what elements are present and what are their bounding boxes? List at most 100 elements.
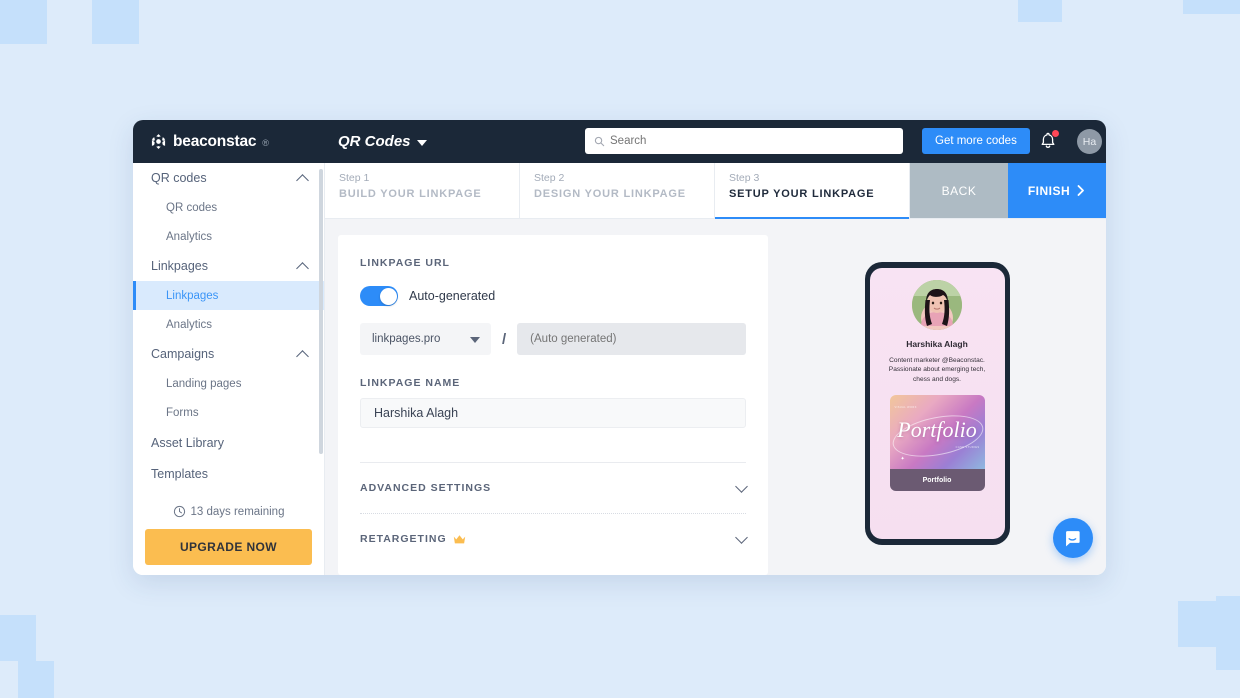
crown-icon <box>453 534 465 543</box>
chevron-up-icon <box>296 173 309 187</box>
linkpage-name-input[interactable] <box>360 398 746 428</box>
sidebar: QR codes QR codes Analytics Linkpages Li… <box>133 163 325 575</box>
background-square <box>1183 0 1240 14</box>
sidebar-item-label: Templates <box>151 466 208 481</box>
preview-profile-bio: Content marketer @Beaconstac. Passionate… <box>888 357 986 383</box>
sidebar-item-label: Analytics <box>166 318 213 331</box>
sidebar-item-label: Forms <box>166 406 199 419</box>
sidebar-item-asset-library[interactable]: Asset Library <box>133 427 324 458</box>
card-tag-top-left: VISUAL WORK <box>894 406 917 410</box>
wizard-step-2[interactable]: Step 2 DESIGN YOUR LINKPAGE <box>520 163 715 218</box>
clock-icon <box>173 505 185 518</box>
step-title: BUILD YOUR LINKPAGE <box>339 188 482 200</box>
chevron-down-icon <box>735 530 748 544</box>
auto-generated-label: Auto-generated <box>409 289 496 303</box>
auto-generated-toggle-row: Auto-generated <box>360 286 746 306</box>
sidebar-group-label: QR codes <box>151 171 207 185</box>
notification-badge-dot <box>1052 130 1059 137</box>
step-number: Step 3 <box>729 172 760 184</box>
preview-link-card-art: VISUAL WORK CASE STUDIES ✦ Portfolio <box>889 395 985 470</box>
phone-frame: Harshika Alagh Content marketer @Beacons… <box>864 262 1010 545</box>
chevron-down-icon <box>470 337 480 343</box>
main-pane: LINKPAGE URL Auto-generated linkpages.pr… <box>325 219 1106 575</box>
sidebar-group-linkpages[interactable]: Linkpages <box>133 251 324 281</box>
preview-profile-name: Harshika Alagh <box>906 339 968 349</box>
linkpage-setup-form: LINKPAGE URL Auto-generated linkpages.pr… <box>338 235 768 575</box>
back-button[interactable]: BACK <box>910 163 1008 218</box>
sidebar-item-qr-codes[interactable]: QR codes <box>133 193 324 222</box>
top-navigation-bar: beaconstac ® QR Codes Get more codes Ha <box>133 120 1106 163</box>
sidebar-item-label: Analytics <box>166 230 213 243</box>
linkpage-slug-input[interactable] <box>517 323 746 355</box>
module-switcher[interactable]: QR Codes <box>338 133 427 150</box>
sidebar-item-label: Asset Library <box>151 435 224 450</box>
wizard-step-1[interactable]: Step 1 BUILD YOUR LINKPAGE <box>325 163 520 218</box>
sidebar-group-campaigns[interactable]: Campaigns <box>133 339 324 369</box>
chat-launcher-button[interactable] <box>1053 518 1093 558</box>
linkpage-preview-pane: Harshika Alagh Content marketer @Beacons… <box>768 235 1106 575</box>
sidebar-item-linkpage-analytics[interactable]: Analytics <box>133 310 324 339</box>
wizard-steps: Step 1 BUILD YOUR LINKPAGE Step 2 DESIGN… <box>325 163 1106 219</box>
step-title: DESIGN YOUR LINKPAGE <box>534 188 686 200</box>
user-avatar[interactable]: Ha <box>1077 129 1102 154</box>
linkpage-name-label: LINKPAGE NAME <box>360 377 461 389</box>
preview-link-card-word: Portfolio <box>897 417 977 443</box>
linkpage-url-row: linkpages.pro / <box>360 323 746 355</box>
sidebar-item-linkpages[interactable]: Linkpages <box>133 281 324 310</box>
retargeting-label: RETARGETING <box>360 533 466 545</box>
retargeting-title: RETARGETING <box>360 533 447 545</box>
sidebar-item-forms[interactable]: Forms <box>133 398 324 427</box>
sidebar-scrollbar[interactable] <box>319 169 323 454</box>
domain-select[interactable]: linkpages.pro <box>360 323 491 355</box>
app-window: beaconstac ® QR Codes Get more codes Ha <box>133 120 1106 575</box>
finish-button-label: FINISH <box>1027 183 1071 198</box>
domain-select-value: linkpages.pro <box>372 333 441 345</box>
background-square <box>0 615 36 661</box>
background-square <box>1216 640 1240 670</box>
sidebar-item-label: Landing pages <box>166 377 242 390</box>
wizard-step-3[interactable]: Step 3 SETUP YOUR LINKPAGE <box>715 163 910 219</box>
intercom-chat-icon <box>1065 530 1080 546</box>
step-title: SETUP YOUR LINKPAGE <box>729 188 875 200</box>
search-box[interactable] <box>585 128 903 154</box>
brand-logo[interactable]: beaconstac ® <box>133 133 325 151</box>
content-area: Step 1 BUILD YOUR LINKPAGE Step 2 DESIGN… <box>325 163 1106 575</box>
background-square <box>1216 596 1240 642</box>
brand-trademark: ® <box>262 137 269 148</box>
profile-photo-illustration <box>912 280 962 330</box>
chevron-up-icon <box>296 349 309 363</box>
sidebar-item-qr-analytics[interactable]: Analytics <box>133 222 324 251</box>
beaconstac-logo-icon <box>151 134 166 149</box>
background-square <box>0 0 47 44</box>
upgrade-now-button[interactable]: UPGRADE NOW <box>145 529 312 565</box>
sidebar-item-templates[interactable]: Templates <box>133 458 324 489</box>
step-number: Step 1 <box>339 172 370 184</box>
auto-generated-toggle[interactable] <box>360 286 398 306</box>
retargeting-accordion[interactable]: RETARGETING <box>360 514 748 564</box>
preview-link-card-label: Portfolio <box>889 469 985 492</box>
brand-name: beaconstac <box>173 132 257 150</box>
search-icon <box>594 136 605 146</box>
chevron-right-icon <box>1077 185 1085 196</box>
notification-bell-button[interactable] <box>1038 130 1059 151</box>
finish-button[interactable]: FINISH <box>1008 163 1106 218</box>
sidebar-item-label: QR codes <box>166 201 218 214</box>
sidebar-group-label: Campaigns <box>151 347 215 361</box>
get-more-codes-button[interactable]: Get more codes <box>922 128 1030 154</box>
advanced-settings-accordion[interactable]: ADVANCED SETTINGS <box>360 463 748 513</box>
phone-screen: Harshika Alagh Content marketer @Beacons… <box>869 268 1005 539</box>
trial-days-remaining: 13 days remaining <box>190 505 285 518</box>
linkpage-url-label: LINKPAGE URL <box>360 257 450 269</box>
chevron-down-icon <box>735 479 748 493</box>
chevron-up-icon <box>296 261 309 275</box>
search-input[interactable] <box>610 135 894 147</box>
chevron-down-icon <box>416 139 427 146</box>
sidebar-item-label: Linkpages <box>166 289 219 302</box>
preview-link-card[interactable]: VISUAL WORK CASE STUDIES ✦ Portfolio Por… <box>889 395 985 492</box>
url-separator: / <box>502 330 507 348</box>
sidebar-item-landing-pages[interactable]: Landing pages <box>133 369 324 398</box>
module-switcher-label: QR Codes <box>338 133 411 150</box>
sidebar-group-label: Linkpages <box>151 259 208 273</box>
step-number: Step 2 <box>534 172 565 184</box>
sidebar-group-qr-codes[interactable]: QR codes <box>133 163 324 193</box>
